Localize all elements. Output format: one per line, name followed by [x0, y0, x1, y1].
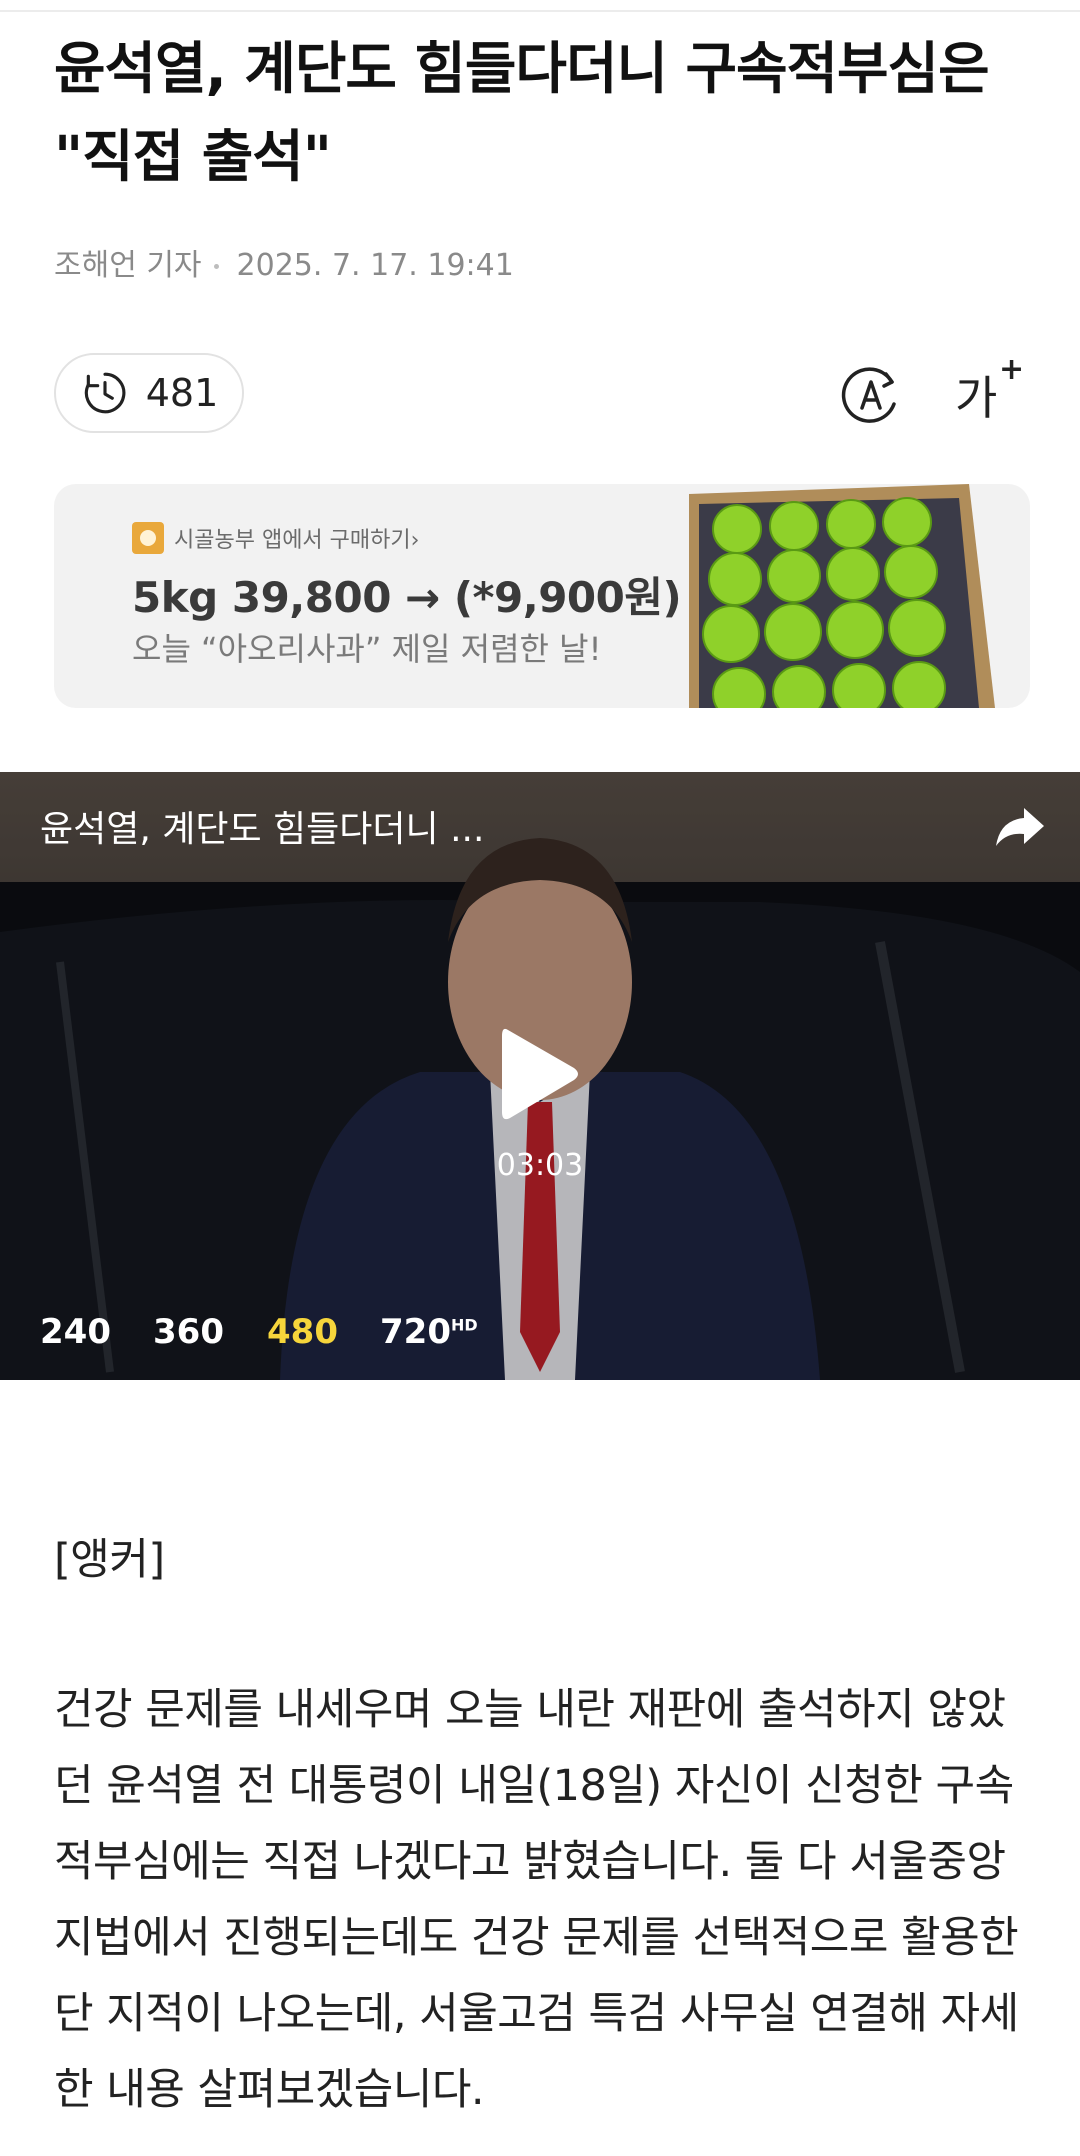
video-player[interactable]: 윤석열, 계단도 힘들다더니 ... 03:03 240 360 480 720…: [0, 772, 1080, 1380]
farmer-logo-icon: [132, 522, 164, 554]
video-title: 윤석열, 계단도 힘들다더니 ...: [40, 809, 485, 850]
byline-separator: [213, 264, 219, 269]
clock-history-icon: [84, 372, 126, 414]
quality-480-button[interactable]: 480: [267, 1312, 338, 1352]
quality-360-button[interactable]: 360: [153, 1312, 224, 1352]
history-count: 481: [145, 371, 219, 415]
ad-brand: 시골농부 앱에서 구매하기›: [132, 522, 419, 554]
ad-brand-label: 시골농부 앱에서 구매하기›: [174, 528, 420, 553]
article-title: 윤석열, 계단도 힘들다더니 구속적부심은 "직접 출석": [54, 37, 990, 190]
article-paragraph: 건강 문제를 내세우며 오늘 내란 재판에 출석하지 않았던 윤석열 전 대통령…: [54, 1685, 1019, 2115]
video-duration: 03:03: [496, 1148, 584, 1183]
font-size-button[interactable]: 가 +: [955, 352, 1025, 428]
quality-720-button[interactable]: 720HD: [380, 1312, 478, 1352]
quality-720-label: 720: [380, 1312, 451, 1352]
font-size-label: 가: [955, 371, 998, 425]
play-icon[interactable]: [498, 1024, 580, 1124]
anchor-label: [앵커]: [54, 1535, 165, 1585]
ad-subtitle: 오늘 “아오리사과” 제일 저렴한 날!: [132, 630, 602, 668]
history-button[interactable]: 481: [54, 353, 244, 433]
ad-price: 5kg 39,800 → (*9,900원): [132, 573, 682, 622]
green-apple-box-image: [689, 484, 995, 708]
publish-datetime: 2025. 7. 17. 19:41: [236, 248, 514, 283]
share-icon[interactable]: [992, 798, 1048, 854]
author-name[interactable]: 조해언 기자: [54, 248, 202, 283]
font-size-plus: +: [999, 352, 1025, 387]
top-divider: [0, 10, 1080, 12]
hd-badge: HD: [450, 1315, 478, 1335]
byline: 조해언 기자 2025. 7. 17. 19:41: [54, 240, 514, 284]
tts-audio-icon[interactable]: [838, 362, 904, 428]
ad-banner[interactable]: 시골농부 앱에서 구매하기› 5kg 39,800 → (*9,900원) 오늘…: [54, 484, 1030, 708]
quality-240-button[interactable]: 240: [40, 1312, 111, 1352]
